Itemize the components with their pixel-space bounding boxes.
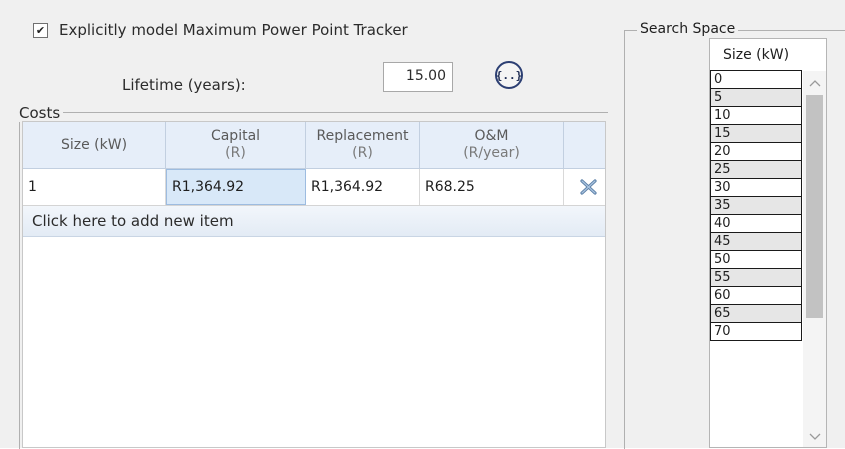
search-space-item[interactable]: 15 — [710, 124, 802, 143]
scrollbar[interactable] — [803, 71, 826, 447]
lifetime-label: Lifetime (years): — [122, 76, 246, 94]
search-space-item[interactable]: 50 — [710, 250, 802, 269]
costs-group-label: Costs — [19, 104, 64, 122]
column-header-om[interactable]: O&M (R/year) — [420, 122, 564, 168]
search-space-item[interactable]: 0 — [710, 70, 802, 89]
search-space-item[interactable]: 55 — [710, 268, 802, 287]
search-space-item[interactable]: 60 — [710, 286, 802, 305]
size-cell[interactable]: 1 — [23, 169, 166, 205]
table-row[interactable]: 1 R1,364.92 R1,364.92 R68.25 — [23, 169, 605, 206]
om-cell[interactable]: R68.25 — [420, 169, 564, 205]
search-space-item[interactable]: 65 — [710, 304, 802, 323]
search-space-item[interactable]: 45 — [710, 232, 802, 251]
replacement-cell[interactable]: R1,364.92 — [306, 169, 420, 205]
delete-x-icon[interactable] — [571, 169, 607, 205]
mppt-checkbox[interactable]: ✔ — [33, 22, 48, 38]
column-title: Capital — [210, 128, 261, 144]
costs-table-header: Size (kW) Capital (R) Replacement (R) O&… — [23, 122, 605, 169]
search-space-item[interactable]: 20 — [710, 142, 802, 161]
search-space-item[interactable]: 5 — [710, 88, 802, 107]
mppt-checkbox-row[interactable]: ✔ Explicitly model Maximum Power Point T… — [33, 21, 408, 39]
search-space-column-header[interactable]: Size (kW) — [710, 39, 802, 70]
column-unit: (R) — [352, 145, 373, 161]
chevron-down-icon[interactable] — [803, 427, 826, 447]
column-title: Size (kW) — [60, 136, 128, 153]
search-space-item[interactable]: 30 — [710, 178, 802, 197]
lifetime-input[interactable]: 15.00 — [383, 62, 453, 92]
column-header-capital[interactable]: Capital (R) — [166, 122, 306, 168]
search-space-label: Search Space — [637, 21, 739, 37]
column-header-replacement[interactable]: Replacement (R) — [306, 122, 420, 168]
search-space-item[interactable]: 40 — [710, 214, 802, 233]
column-unit: (R/year) — [463, 145, 520, 161]
scrollbar-thumb[interactable] — [806, 95, 823, 318]
search-space-item[interactable]: 70 — [710, 322, 802, 341]
mppt-properties-panel: ✔ Explicitly model Maximum Power Point T… — [0, 0, 610, 449]
search-space-item[interactable]: 25 — [710, 160, 802, 179]
search-space-table: Size (kW) 0 5 10 15 20 25 30 35 40 45 50 55 60 65 70 — [709, 38, 827, 448]
mppt-checkbox-label[interactable]: Explicitly model Maximum Power Point Tra… — [59, 21, 408, 39]
lifetime-library-button[interactable]: {..} — [495, 61, 523, 89]
column-header-size[interactable]: Size (kW) — [23, 122, 166, 168]
chevron-up-icon[interactable] — [803, 73, 826, 93]
search-space-item[interactable]: 10 — [710, 106, 802, 125]
search-space-values: 0 5 10 15 20 25 30 35 40 45 50 55 60 65 70 — [710, 70, 802, 341]
column-title: O&M — [474, 128, 509, 144]
capital-cell[interactable]: R1,364.92 — [166, 169, 306, 205]
column-header-actions — [564, 122, 607, 168]
search-space-item[interactable]: 35 — [710, 196, 802, 215]
column-unit: (R) — [225, 145, 246, 161]
column-title: Replacement — [316, 128, 409, 144]
add-new-item-row[interactable]: Click here to add new item — [23, 206, 605, 237]
costs-table: Size (kW) Capital (R) Replacement (R) O&… — [22, 121, 606, 448]
